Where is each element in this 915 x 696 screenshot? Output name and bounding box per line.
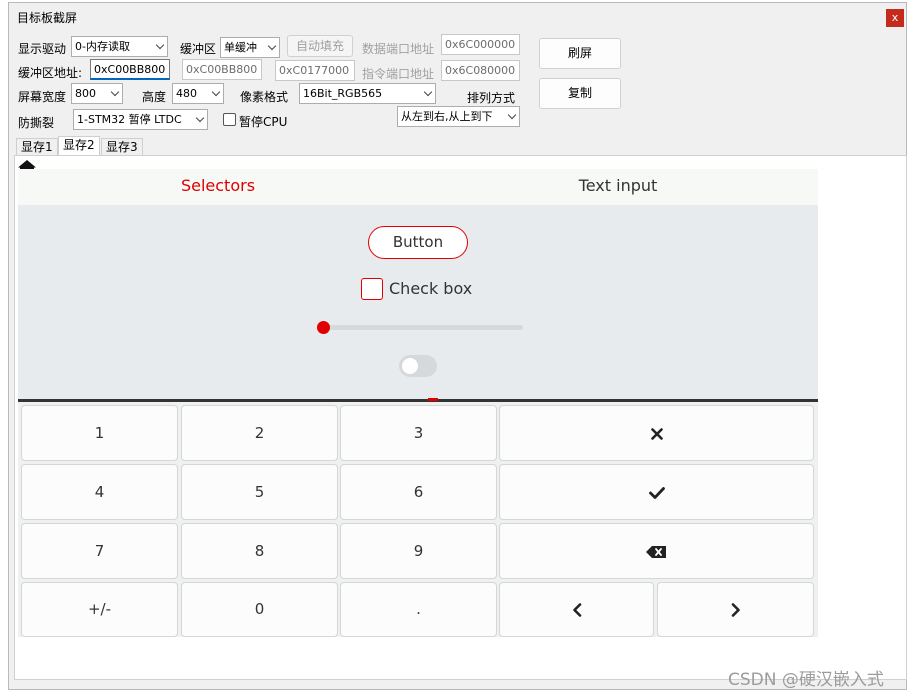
numeric-keyboard: 1 2 3 4 5 6 7 8 9 +/- 0 . [18, 402, 818, 637]
anti-tear-select[interactable]: 1-STM32 暂停 LTDC [73, 109, 208, 130]
checkbox-label: Check box [389, 279, 473, 298]
chevron-down-icon [195, 113, 205, 123]
chevron-down-icon [110, 87, 120, 97]
chevron-down-icon [267, 41, 277, 51]
tab-text-input[interactable]: Text input [418, 169, 818, 205]
key-left[interactable] [499, 582, 654, 637]
backspace-icon [646, 546, 666, 558]
key-7[interactable]: 7 [21, 523, 178, 579]
chevron-down-icon [507, 110, 517, 120]
key-3[interactable]: 3 [340, 405, 497, 461]
key-2[interactable]: 2 [181, 405, 338, 461]
chevron-down-icon [423, 87, 433, 97]
demo-switch[interactable] [399, 355, 437, 377]
pause-cpu-label: 暂停CPU [239, 115, 288, 129]
height-label: 高度 [142, 90, 167, 104]
screen-width-label: 屏幕宽度 [18, 90, 67, 104]
buffer-address-field[interactable]: 0xC00BB800 [90, 59, 170, 80]
switch-knob [402, 358, 418, 374]
display-driver-label: 显示驱动 [18, 42, 67, 56]
watermark: CSDN @硬汉嵌入式 [728, 670, 884, 690]
key-4[interactable]: 4 [21, 464, 178, 520]
close-icon [651, 428, 663, 440]
data-port-field[interactable]: 0x6C000000 [441, 34, 520, 55]
autofill-button[interactable]: 自动填充 [287, 35, 353, 57]
slider-knob[interactable] [317, 321, 330, 334]
key-close[interactable] [499, 405, 814, 461]
key-6[interactable]: 6 [340, 464, 497, 520]
command-port-field[interactable]: 0x6C080000 [441, 60, 520, 81]
data-port-label: 数据端口地址 [362, 42, 435, 56]
key-5[interactable]: 5 [181, 464, 338, 520]
chevron-left-icon [573, 603, 582, 617]
title-bar: 目标板截屏 x [9, 3, 906, 29]
arrangement-select[interactable]: 从左到右,从上到下 [397, 106, 520, 127]
scroll-indicator [428, 398, 438, 401]
demo-slider[interactable] [317, 321, 523, 334]
key-1[interactable]: 1 [21, 405, 178, 461]
key-right[interactable] [657, 582, 814, 637]
selectors-panel: Button Check box [18, 205, 818, 399]
anti-tear-label: 防撕裂 [18, 116, 55, 130]
pause-cpu-checkbox[interactable] [223, 113, 236, 126]
chevron-down-icon [211, 87, 221, 97]
tab-vram-1[interactable]: 显存1 [16, 138, 58, 156]
chevron-down-icon [155, 40, 165, 50]
demo-button[interactable]: Button [368, 226, 468, 259]
chevron-right-icon [731, 603, 740, 617]
key-8[interactable]: 8 [181, 523, 338, 579]
window-title: 目标板截屏 [17, 11, 78, 25]
pixel-format-label: 像素格式 [240, 90, 289, 104]
height-select[interactable]: 480 [172, 83, 224, 104]
command-port-label: 指令端口地址 [362, 67, 435, 81]
buffer-address-label: 缓冲区地址: [18, 66, 83, 80]
screen-width-select[interactable]: 800 [71, 83, 123, 104]
demo-checkbox[interactable] [361, 278, 383, 300]
tab-selectors[interactable]: Selectors [18, 169, 418, 205]
copy-button[interactable]: 复制 [539, 78, 621, 109]
checkmark-icon [649, 487, 665, 499]
refresh-button[interactable]: 刷屏 [539, 38, 621, 69]
pixel-format-select[interactable]: 16Bit_RGB565 [299, 83, 436, 104]
key-plus-minus[interactable]: +/- [21, 582, 178, 637]
lvgl-tab-bar: Selectors Text input [18, 169, 818, 217]
buffer-address-3-field[interactable]: 0xC0177000 [275, 60, 355, 81]
close-button[interactable]: x [886, 9, 904, 27]
display-driver-select[interactable]: 0-内存读取 [71, 36, 168, 57]
lvgl-display: Selectors Text input Button Check box 1 … [18, 157, 818, 637]
key-ok[interactable] [499, 464, 814, 520]
tab-vram-2[interactable]: 显存2 [58, 136, 100, 156]
arrangement-label: 排列方式 [467, 91, 516, 105]
key-backspace[interactable] [499, 523, 814, 579]
buffer-select[interactable]: 单缓冲 [220, 37, 280, 58]
tab-vram-3[interactable]: 显存3 [101, 138, 143, 156]
key-0[interactable]: 0 [181, 582, 338, 637]
key-dot[interactable]: . [340, 582, 497, 637]
buffer-address-2-field[interactable]: 0xC00BB800 [182, 59, 262, 80]
buffer-label: 缓冲区 [180, 42, 217, 56]
key-9[interactable]: 9 [340, 523, 497, 579]
